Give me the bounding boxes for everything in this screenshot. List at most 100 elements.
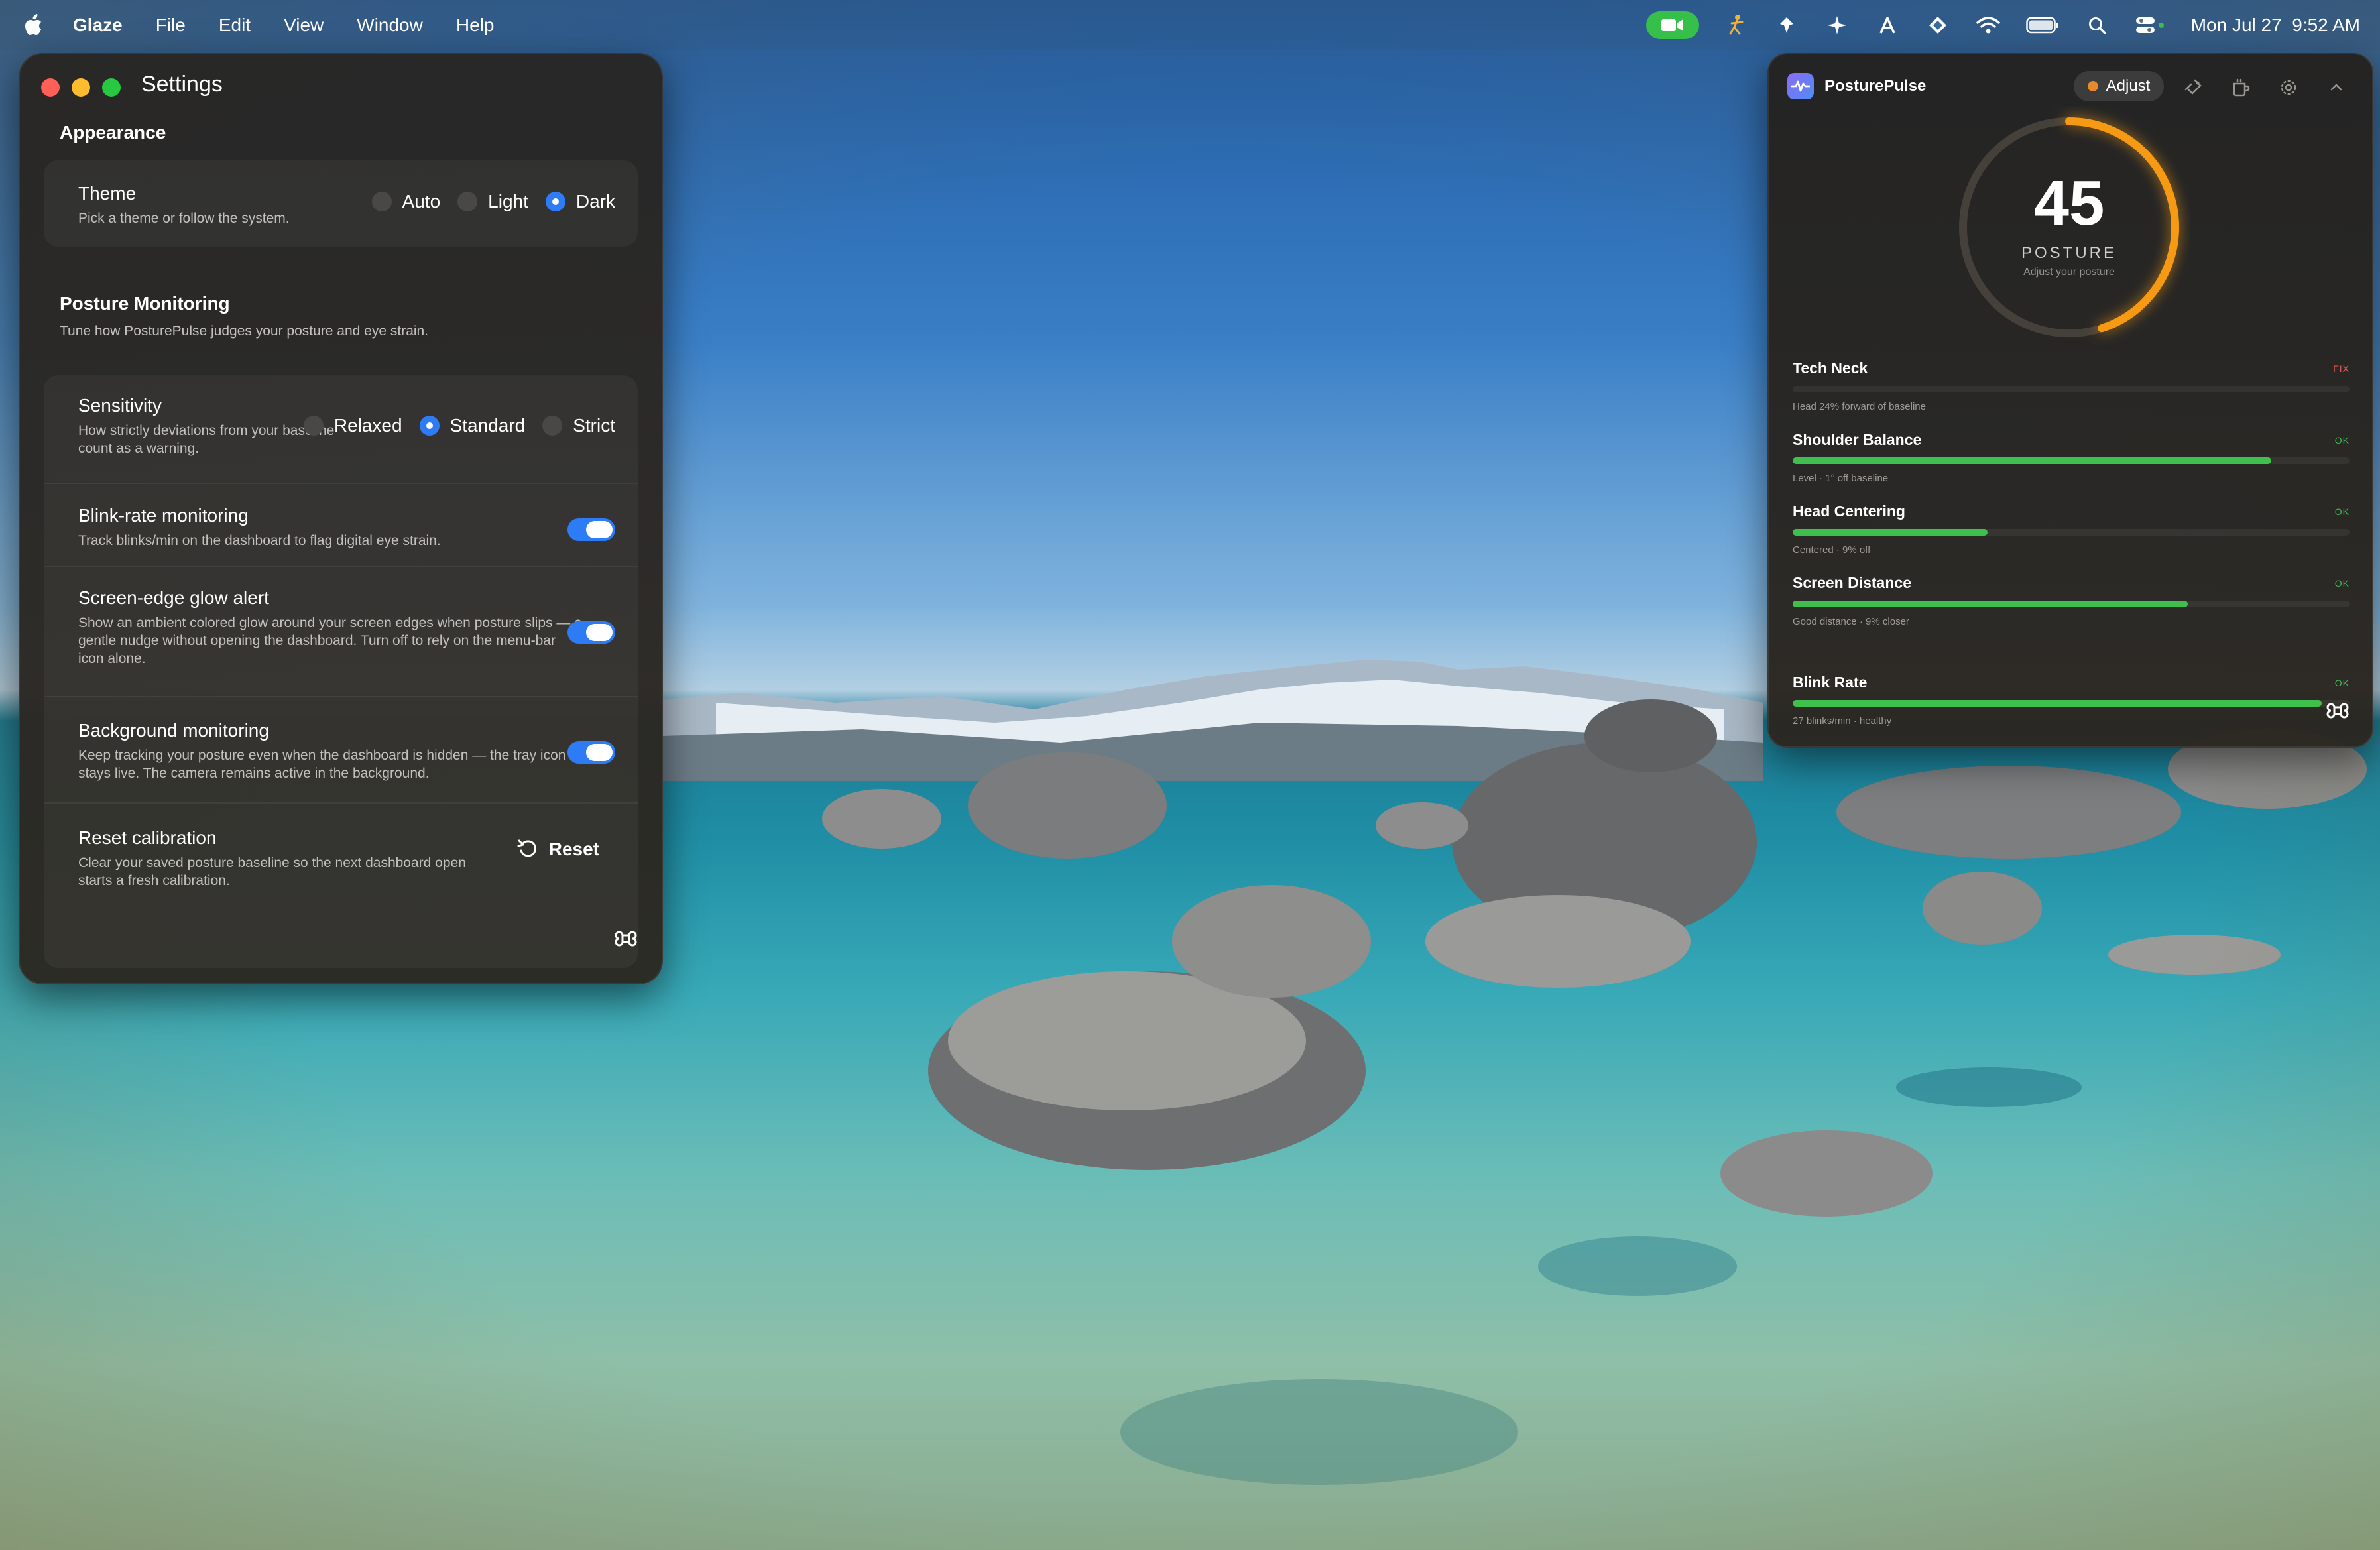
- menu-file[interactable]: File: [156, 15, 186, 36]
- appearance-panel: Theme Pick a theme or follow the system.…: [44, 160, 638, 247]
- metric-status: OK: [2334, 507, 2350, 517]
- radio-label: Auto: [402, 191, 441, 211]
- blink-rate-title: Blink-rate monitoring: [78, 505, 249, 526]
- control-center-icon[interactable]: [2134, 12, 2167, 38]
- theme-radio-group: Auto Light Dark: [355, 191, 615, 212]
- gear-icon[interactable]: [2278, 77, 2299, 98]
- battery-icon[interactable]: [2025, 12, 2060, 38]
- window-title: Settings: [141, 72, 223, 97]
- metric-status: FIX: [2333, 363, 2350, 374]
- metric-status: OK: [2334, 435, 2350, 446]
- radio-button[interactable]: [457, 192, 478, 211]
- radio-button-selected[interactable]: [545, 192, 565, 211]
- metric-name: Head Centering: [1793, 503, 1905, 520]
- camera-in-use-icon[interactable]: [1645, 11, 1699, 39]
- radio-button[interactable]: [303, 416, 324, 436]
- radio-button[interactable]: [371, 192, 392, 211]
- metric-name: Tech Neck: [1793, 359, 1868, 377]
- posturepulse-logo-icon: [1787, 73, 1814, 99]
- collapse-chevron-icon[interactable]: [2326, 77, 2347, 98]
- radio-button-selected[interactable]: [419, 416, 440, 436]
- metric-bar: [1793, 457, 2272, 464]
- recalibrate-icon[interactable]: [2182, 77, 2204, 98]
- blink-rate-desc: Track blinks/min on the dashboard to fla…: [78, 533, 441, 548]
- menu-help[interactable]: Help: [456, 15, 495, 36]
- metric-bar: [1793, 529, 1988, 536]
- sensitivity-title: Sensitivity: [78, 395, 162, 416]
- sensitivity-option-strict[interactable]: Strict: [542, 415, 615, 436]
- pin-icon[interactable]: [1773, 12, 1800, 38]
- close-window-button[interactable]: [41, 78, 60, 97]
- metric-name: Screen Distance: [1793, 574, 1911, 591]
- search-icon[interactable]: [2084, 12, 2110, 38]
- reset-calibration-row: Reset calibration Clear your saved postu…: [44, 802, 638, 914]
- theme-option-dark[interactable]: Dark: [545, 191, 615, 212]
- wifi-icon[interactable]: [1975, 12, 2001, 38]
- metric-track: [1793, 457, 2350, 464]
- posture-score-gauge: 45 POSTURE Adjust your posture: [1948, 106, 2190, 349]
- glow-alert-title: Screen-edge glow alert: [78, 587, 269, 608]
- reset-arrow-icon: [517, 839, 536, 857]
- theme-desc: Pick a theme or follow the system.: [78, 211, 290, 226]
- diamond-icon[interactable]: [1925, 12, 1951, 38]
- font-a-icon[interactable]: [1874, 12, 1901, 38]
- adjust-button[interactable]: Adjust: [2074, 71, 2164, 101]
- theme-option-light[interactable]: Light: [457, 191, 528, 212]
- metric-detail: Level · 1° off baseline: [1793, 473, 1889, 484]
- menu-clock[interactable]: Mon Jul 27 9:52 AM: [2191, 15, 2360, 36]
- radio-button[interactable]: [542, 416, 563, 436]
- posture-panel: Sensitivity How strictly deviations from…: [44, 375, 638, 968]
- menu-window[interactable]: Window: [357, 15, 423, 36]
- menu-app-name[interactable]: Glaze: [73, 15, 123, 36]
- background-monitoring-title: Background monitoring: [78, 720, 269, 741]
- posture-figure-icon[interactable]: [1723, 12, 1750, 38]
- theme-row: Theme Pick a theme or follow the system.…: [44, 160, 638, 247]
- sensitivity-option-standard[interactable]: Standard: [419, 415, 525, 436]
- break-cup-icon[interactable]: [2230, 77, 2251, 98]
- radio-label: Light: [488, 191, 528, 211]
- apple-logo-icon[interactable]: [20, 12, 46, 38]
- widget-app-name: PosturePulse: [1824, 77, 1927, 95]
- sensitivity-row: Sensitivity How strictly deviations from…: [44, 375, 638, 483]
- metric-track: [1793, 601, 2350, 607]
- metric-track: [1793, 529, 2350, 536]
- posture-score-sublabel: Adjust your posture: [2023, 267, 2115, 278]
- metric-status: OK: [2334, 578, 2350, 589]
- metric-shoulder-balance: Shoulder Balance OK Level · 1° off basel…: [1793, 431, 2350, 497]
- glow-alert-row: Screen-edge glow alert Show an ambient c…: [44, 566, 638, 696]
- minimize-window-button[interactable]: [72, 78, 90, 97]
- zoom-window-button[interactable]: [102, 78, 121, 97]
- command-key-icon[interactable]: [2324, 697, 2351, 724]
- metric-track: [1793, 700, 2350, 707]
- reset-button[interactable]: Reset: [517, 838, 599, 861]
- glow-alert-desc: Show an ambient colored glow around your…: [78, 615, 582, 666]
- menu-edit[interactable]: Edit: [219, 15, 251, 36]
- posture-monitoring-subheading: Tune how PosturePulse judges your postur…: [60, 324, 429, 339]
- posture-score-value: 45: [2033, 168, 2105, 239]
- radio-label: Dark: [575, 191, 615, 211]
- background-monitoring-toggle[interactable]: [567, 741, 615, 764]
- posturepulse-widget: PosturePulse Adjust 45 POSTURE Adjust yo…: [1767, 53, 2373, 748]
- blink-rate-row: Blink-rate monitoring Track blinks/min o…: [44, 483, 638, 566]
- posture-score-label: POSTURE: [2021, 244, 2117, 262]
- settings-window: Settings Appearance Theme Pick a theme o…: [19, 53, 663, 984]
- glow-alert-toggle[interactable]: [567, 621, 615, 644]
- radio-label: Strict: [573, 415, 615, 436]
- metric-detail: Good distance · 9% closer: [1793, 616, 1909, 627]
- metric-name: Shoulder Balance: [1793, 431, 1922, 448]
- sensitivity-option-relaxed[interactable]: Relaxed: [303, 415, 402, 436]
- sparkle-icon[interactable]: [1824, 12, 1850, 38]
- metric-tech-neck: Tech Neck FIX Head 24% forward of baseli…: [1793, 359, 2350, 426]
- theme-option-auto[interactable]: Auto: [371, 191, 441, 212]
- radio-label: Relaxed: [333, 415, 402, 436]
- reset-calibration-desc: Clear your saved posture baseline so the…: [78, 855, 466, 888]
- blink-rate-toggle[interactable]: [567, 518, 615, 541]
- sensitivity-radio-group: Relaxed Standard Strict: [286, 415, 615, 436]
- menu-view[interactable]: View: [284, 15, 324, 36]
- metric-screen-distance: Screen Distance OK Good distance · 9% cl…: [1793, 574, 2350, 640]
- command-key-icon[interactable]: [613, 925, 639, 952]
- background-monitoring-desc: Keep tracking your posture even when the…: [78, 748, 566, 781]
- metric-track: [1793, 386, 2350, 392]
- metric-detail: Centered · 9% off: [1793, 544, 1871, 556]
- metric-bar: [1793, 700, 2322, 707]
